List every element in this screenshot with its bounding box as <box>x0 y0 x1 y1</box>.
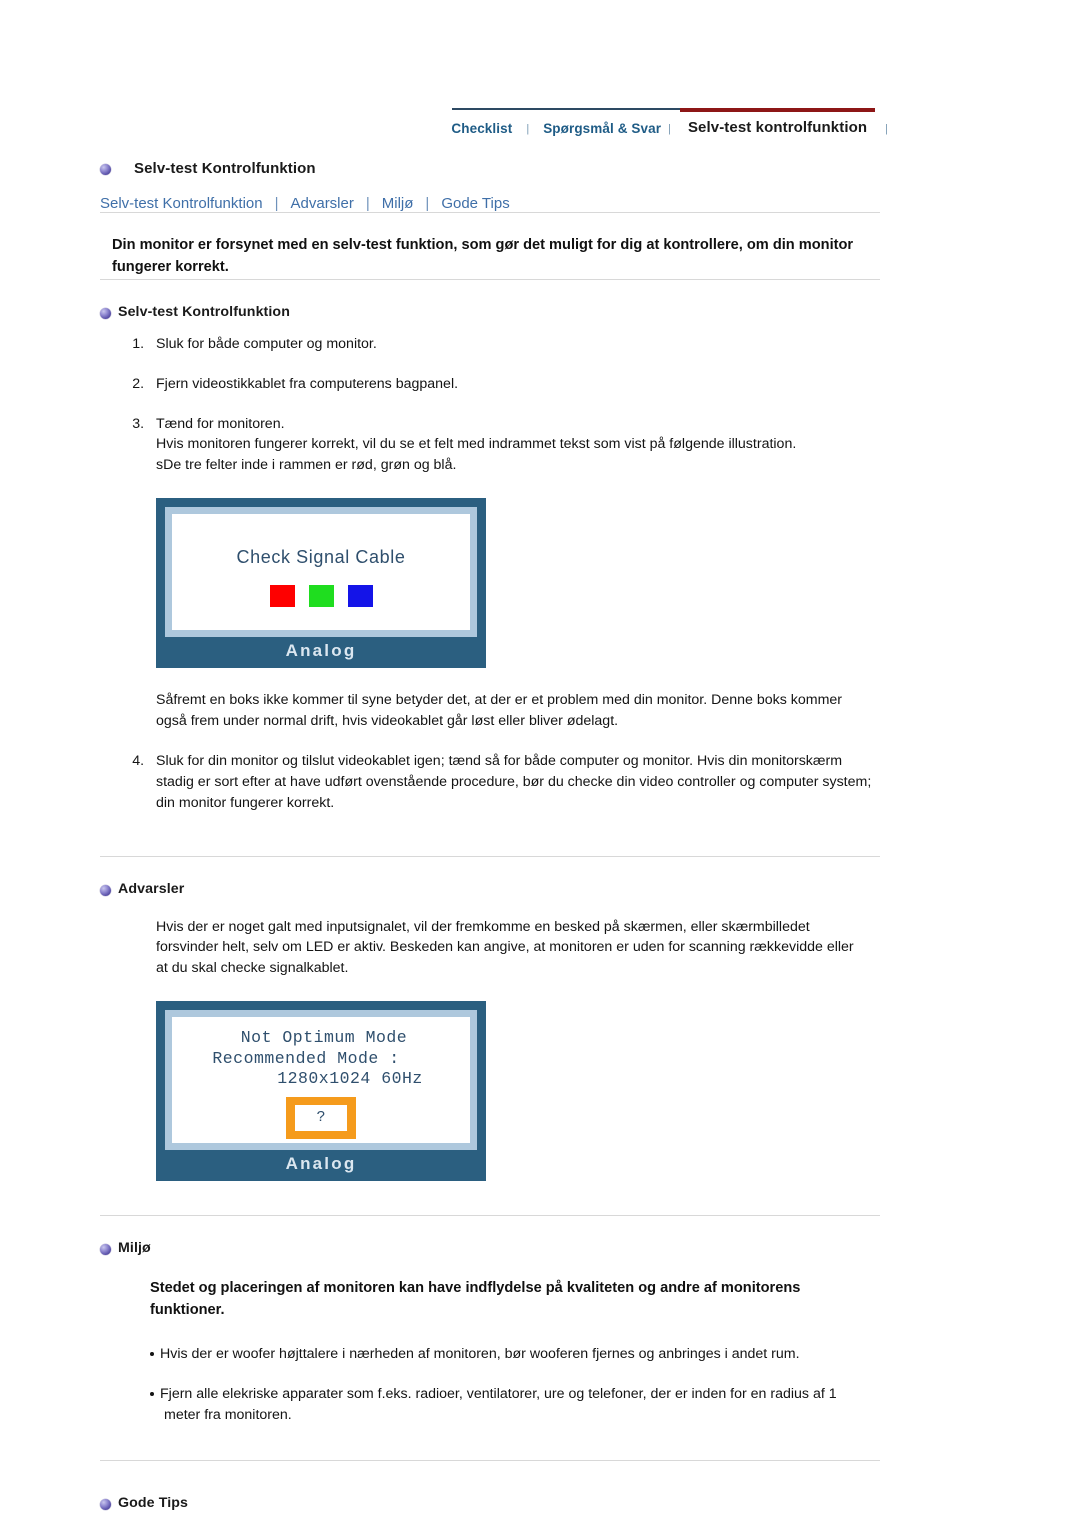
subnav-separator: | <box>425 195 430 212</box>
list-item: Hvis der er woofer højttalere i nærheden… <box>150 1344 870 1365</box>
advarsler-paragraph: Hvis der er noget galt med inputsignalet… <box>156 918 854 977</box>
blue-square <box>347 585 373 608</box>
subnav-separator: | <box>365 195 370 212</box>
topnav-separator: | <box>668 123 671 135</box>
tab-selv-test-kontrolfunktion[interactable]: Selv-test kontrolfunktion <box>679 108 876 139</box>
bullet-text: Fjern alle elekriske apparater som f.eks… <box>160 1385 837 1423</box>
monitor-illustration-not-optimum-mode: Not Optimum Mode Recommended Mode : 1280… <box>156 1001 486 1182</box>
monitor-input-label: Analog <box>285 1154 357 1174</box>
selftest-step-list: Sluk for både computer og monitor. Fjern… <box>100 334 880 476</box>
subnav-link-advarsler[interactable]: Advarsler <box>291 195 354 212</box>
section-heading-label: Advarsler <box>118 880 185 897</box>
topnav-separator: | <box>885 123 888 135</box>
osd-line-3: 1280x1024 60Hz <box>277 1069 423 1089</box>
osd-question-mark: ? <box>295 1104 347 1131</box>
list-item: Fjern alle elekriske apparater som f.eks… <box>150 1384 870 1426</box>
tab-checklist[interactable]: Checklist <box>451 114 512 139</box>
post-illustration-paragraph: Såfremt en boks ikke kommer til syne bet… <box>156 692 843 730</box>
sphere-bullet-icon <box>100 307 111 319</box>
step-text: Sluk for din monitor og tilslut videokab… <box>156 752 872 811</box>
list-item: Fjern videostikkablet fra computerens ba… <box>148 374 880 395</box>
red-square <box>269 585 295 608</box>
bullet-text: Hvis der er woofer højttalere i nærheden… <box>160 1345 800 1362</box>
monitor-bezel: Not Optimum Mode Recommended Mode : 1280… <box>165 1010 477 1151</box>
green-square <box>308 585 334 608</box>
sphere-bullet-icon <box>100 1498 111 1510</box>
osd-question-box: ? <box>286 1096 356 1139</box>
section-heading-selftest: Selv-test Kontrolfunktion <box>100 304 880 320</box>
intro-paragraph: Din monitor er forsynet med en selv-test… <box>112 237 854 275</box>
step-text: Fjern videostikkablet fra computerens ba… <box>156 375 459 392</box>
osd-line-1: Not Optimum Mode <box>240 1028 408 1048</box>
osd-message: Check Signal Cable <box>236 547 406 568</box>
divider-before-miljo <box>100 1215 880 1217</box>
monitor-illustration-check-signal-cable: Check Signal Cable Analog <box>156 498 486 669</box>
step-text-line2: Hvis monitoren fungerer korrekt, vil du … <box>156 436 797 453</box>
monitor-input-label: Analog <box>285 641 357 661</box>
monitor-screen: Check Signal Cable <box>172 514 470 631</box>
sphere-bullet-icon <box>100 1244 111 1256</box>
monitor-bezel: Check Signal Cable <box>165 507 477 638</box>
list-item: Sluk for din monitor og tilslut videokab… <box>148 751 880 814</box>
rgb-color-squares <box>172 585 470 608</box>
step-text-line3: sDe tre felter inde i rammen er rød, grø… <box>156 457 457 474</box>
main-content: Selv-test Kontrolfunktion Selv-test Kont… <box>100 160 880 1511</box>
selftest-step-list-continued: Sluk for din monitor og tilslut videokab… <box>100 751 880 814</box>
step-text: Tænd for monitoren. <box>156 415 285 432</box>
subnav-link-gode-tips[interactable]: Gode Tips <box>441 195 509 212</box>
bullet-dot-icon <box>150 1391 154 1396</box>
divider-under-subnav <box>100 212 880 213</box>
section-heading-label: Gode Tips <box>118 1494 189 1511</box>
miljo-bullet-list: Hvis der er woofer højttalere i nærheden… <box>150 1344 870 1426</box>
section-heading-gode-tips: Gode Tips <box>100 1495 880 1511</box>
section-heading-advarsler: Advarsler <box>100 881 880 897</box>
miljo-bold-paragraph: Stedet og placeringen af monitoren kan h… <box>150 1280 801 1319</box>
topnav-separator: | <box>526 123 530 135</box>
list-item: Tænd for monitoren. Hvis monitoren funge… <box>148 414 880 477</box>
divider-under-intro <box>100 278 880 280</box>
tab-sporgsmal-og-svar[interactable]: Spørgsmål & Svar <box>543 114 661 139</box>
step-text: Sluk for både computer og monitor. <box>156 335 377 352</box>
section-heading-label: Miljø <box>118 1240 151 1257</box>
divider-before-gode-tips <box>100 1459 880 1461</box>
section-heading-miljo: Miljø <box>100 1240 880 1256</box>
page-title-row: Selv-test Kontrolfunktion <box>100 160 880 177</box>
subnav: Selv-test Kontrolfunktion | Advarsler | … <box>100 195 880 212</box>
section-heading-label: Selv-test Kontrolfunktion <box>118 303 290 320</box>
page-title: Selv-test Kontrolfunktion <box>134 160 316 177</box>
bullet-dot-icon <box>150 1351 154 1356</box>
osd-line-2: Recommended Mode : <box>212 1048 400 1068</box>
top-navigation: Checklist | Spørgsmål & Svar | Selv-test… <box>0 0 1080 139</box>
monitor-screen: Not Optimum Mode Recommended Mode : 1280… <box>172 1017 470 1144</box>
sphere-bullet-icon <box>100 164 111 175</box>
subnav-link-miljo[interactable]: Miljø <box>382 195 414 212</box>
subnav-link-selv-test-kontrolfunktion[interactable]: Selv-test Kontrolfunktion <box>100 195 263 212</box>
subnav-separator: | <box>274 195 279 212</box>
list-item: Sluk for både computer og monitor. <box>148 334 880 355</box>
sphere-bullet-icon <box>100 884 111 896</box>
divider-before-advarsler <box>100 855 880 857</box>
